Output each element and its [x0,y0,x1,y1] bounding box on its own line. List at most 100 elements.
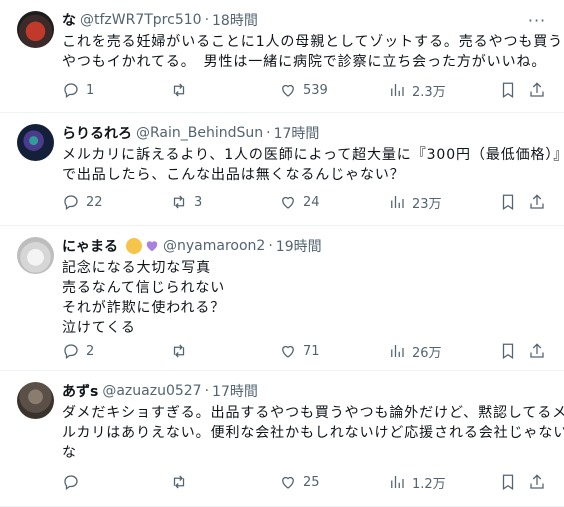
tweet-text: メルカリに訴えるより、1人の医師によって超大量に『300円（最低価格）』 で出品… [62,145,564,185]
tweet[interactable]: な @tfzWR7Tprc510 · 18時間 ··· これを売る妊婦がいること… [0,0,564,113]
views-button[interactable]: 26万 [388,341,442,361]
retweet-icon [173,83,185,97]
like-count: 71 [303,343,320,359]
share-icon [530,82,544,97]
like-count: 25 [303,474,320,490]
tweet-text-line: で出品したら、こんな出品は無くなるんじゃない？ [62,167,405,183]
view-count: 2.3万 [412,84,446,100]
separator: · [266,125,271,141]
retweet-icon [173,475,185,489]
bookmark-button[interactable] [499,341,517,361]
heart-icon [282,84,294,97]
tweet-text-line: メルカリに訴えるより、1人の医師によって超大量に『300円（最低価格）』 [62,147,564,163]
timestamp[interactable]: 18時間 [212,10,258,30]
views-button[interactable]: 2.3万 [388,80,446,100]
view-count: 26万 [412,345,442,361]
retweet-button[interactable] [170,341,194,361]
bookmark-icon [502,343,514,359]
tweet-text-line: それが詐欺に使われる？ [62,300,226,316]
analytics-icon [391,476,404,488]
separator: · [204,12,210,28]
bookmark-button[interactable] [499,192,517,212]
tweet[interactable]: にゃまる @nyamaroon2 · 19時間 記念になる大切な写真 売るなんて… [0,226,564,371]
retweet-button[interactable] [170,472,194,492]
retweet-count: 3 [194,194,203,210]
tweet-text-line: 記念になる大切な写真 [62,260,211,276]
share-icon [530,343,544,358]
view-count: 23万 [412,196,442,212]
bookmark-icon [502,194,514,210]
reply-icon [64,344,78,360]
bookmark-icon [502,474,514,490]
reply-count: 1 [86,82,95,98]
reply-button[interactable]: 2 [62,341,94,361]
like-button[interactable]: 71 [279,341,320,361]
cat-emoji-icon [126,238,142,254]
retweet-icon [173,344,185,358]
user-handle[interactable]: @Rain_BehindSun [136,125,263,141]
reply-button[interactable]: 1 [62,80,94,100]
separator: · [204,383,210,399]
views-button[interactable]: 23万 [388,192,442,212]
user-handle[interactable]: @tfzWR7Tprc510 [80,12,202,28]
user-handle[interactable]: @nyamaroon2 [163,238,265,254]
display-name[interactable]: な [62,10,76,30]
tweet[interactable]: あずs @azuazu0527 · 17時間 ダメだキショすぎる。出品するやつも… [0,371,564,507]
heart-icon [282,476,294,489]
tweet-text: これを売る妊婦がいることに1人の母親としてゾットする。売るやつも買う やつもイか… [62,32,564,72]
timestamp[interactable]: 17時間 [274,123,320,143]
tweet-text-line: これを売る妊婦がいることに1人の母親としてゾットする。売るやつも買う [62,34,564,50]
display-name[interactable]: らりるれろ [62,123,132,143]
tweet-text: 記念になる大切な写真 売るなんて信じられない それが詐欺に使われる？ 泣けてくる [62,258,548,338]
share-button[interactable] [528,341,546,361]
tweet-text-line: やつもイかれてる。 男性は一緒に病院で診察に立ち会った方がいいね。 [62,54,547,70]
reply-button[interactable] [62,472,86,492]
tweet[interactable]: らりるれろ @Rain_BehindSun · 17時間 メルカリに訴えるより、… [0,113,564,226]
separator: · [268,238,273,254]
more-horizontal-icon[interactable]: ··· [526,10,548,30]
display-name[interactable]: にゃまる [62,236,118,256]
like-button[interactable]: 539 [279,80,328,100]
like-count: 539 [303,82,328,98]
like-button[interactable]: 25 [279,472,320,492]
bookmark-icon [502,82,514,98]
tweet-text-line: ルカリはありえない。便利な会社かもしれないけど応援される会社じゃない [62,425,564,441]
tweet-text-line: ダメだキショすぎる。出品するやつも買うやつも論外だけど、黙認してるメ [62,405,564,421]
tweet-text: ダメだキショすぎる。出品するやつも買うやつも論外だけど、黙認してるメ ルカリはあ… [62,403,564,463]
avatar[interactable] [17,124,54,161]
analytics-icon [391,345,404,357]
analytics-icon [391,84,404,96]
reply-count: 22 [86,194,103,210]
retweet-icon [173,195,185,209]
timestamp[interactable]: 19時間 [276,236,322,256]
reply-icon [64,195,78,211]
heart-icon [282,196,294,209]
reply-icon [64,475,78,491]
views-button[interactable]: 1.2万 [388,472,446,492]
view-count: 1.2万 [412,476,446,492]
retweet-button[interactable] [170,80,194,100]
purple-heart-icon [146,241,158,252]
avatar[interactable] [17,382,54,419]
avatar[interactable] [17,11,54,48]
reply-button[interactable]: 22 [62,192,103,212]
tweet-text-line: な [62,445,77,461]
analytics-icon [391,196,404,208]
retweet-button[interactable]: 3 [170,192,202,212]
bookmark-button[interactable] [499,472,517,492]
display-name[interactable]: あずs [62,381,98,401]
share-button[interactable] [528,192,546,212]
reply-count: 2 [86,343,95,359]
like-button[interactable]: 24 [279,192,320,212]
share-button[interactable] [528,472,546,492]
timestamp[interactable]: 17時間 [212,381,258,401]
user-handle[interactable]: @azuazu0527 [102,383,201,399]
like-count: 24 [303,194,320,210]
share-icon [530,194,544,209]
avatar[interactable] [17,237,54,274]
share-button[interactable] [528,80,546,100]
tweet-text-line: 泣けてくる [62,320,136,336]
reply-icon [64,83,78,99]
bookmark-button[interactable] [499,80,517,100]
share-icon [530,474,544,489]
